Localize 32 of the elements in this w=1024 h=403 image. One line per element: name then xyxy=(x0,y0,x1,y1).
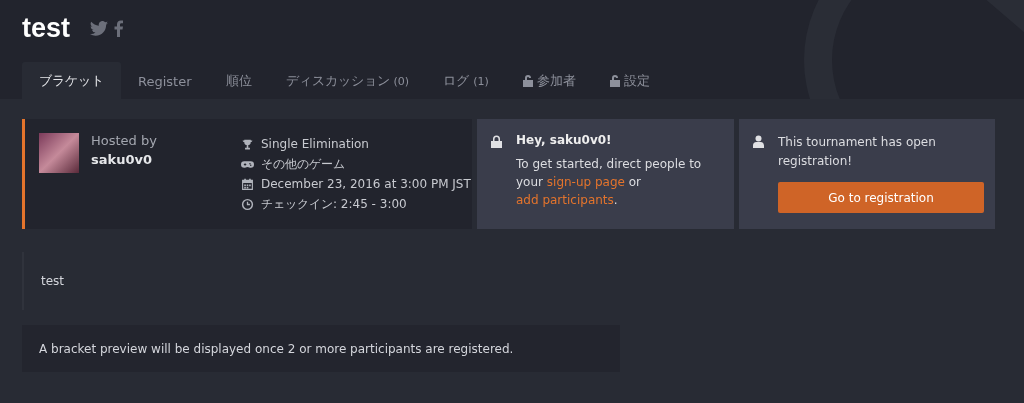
bracket-notice: A bracket preview will be displayed once 2 or more participants are registered. xyxy=(22,325,620,372)
hosted-by-label: Hosted by xyxy=(91,133,158,148)
host-name[interactable]: saku0v0 xyxy=(91,152,231,167)
description-text: test xyxy=(22,252,1024,310)
trophy-icon xyxy=(241,137,254,151)
link[interactable]: add participants xyxy=(516,193,614,207)
tab[interactable]: 順位 xyxy=(208,62,269,99)
unlocked-padlock-icon xyxy=(609,75,620,87)
tab[interactable]: ログ (1) xyxy=(426,62,506,99)
welcome-message: To get started, direct people to your sign-up page or add participants. xyxy=(516,156,703,209)
person-icon xyxy=(753,135,764,148)
tab[interactable]: Register xyxy=(121,62,209,99)
detail-text: December 23, 2016 at 3:00 PM JST xyxy=(261,177,471,191)
calendar-icon xyxy=(241,177,254,191)
registration-message: This tournament has open registration! xyxy=(778,134,937,170)
welcome-heading: Hey, saku0v0! xyxy=(516,133,613,147)
link[interactable]: sign-up page xyxy=(546,175,625,189)
twitter-icon[interactable] xyxy=(90,20,108,36)
clock-icon xyxy=(241,197,254,211)
unlocked-padlock-icon xyxy=(522,75,533,87)
facebook-icon[interactable] xyxy=(114,19,123,37)
tab[interactable]: 設定 xyxy=(592,62,667,99)
go-to-registration-button[interactable]: Go to registration xyxy=(778,182,984,213)
tournament-title: test xyxy=(22,12,70,44)
tab[interactable]: 参加者 xyxy=(505,62,593,99)
padlock-icon xyxy=(491,135,502,148)
tab[interactable]: ディスカッション (0) xyxy=(268,62,427,99)
avatar-photo-placeholder xyxy=(39,133,79,173)
detail-text: その他のゲーム xyxy=(261,155,345,173)
tab[interactable]: ブラケット xyxy=(22,62,121,99)
detail-text: Single Elimination xyxy=(261,137,369,151)
detail-text: チェックイン: 2:45 - 3:00 xyxy=(261,195,407,213)
